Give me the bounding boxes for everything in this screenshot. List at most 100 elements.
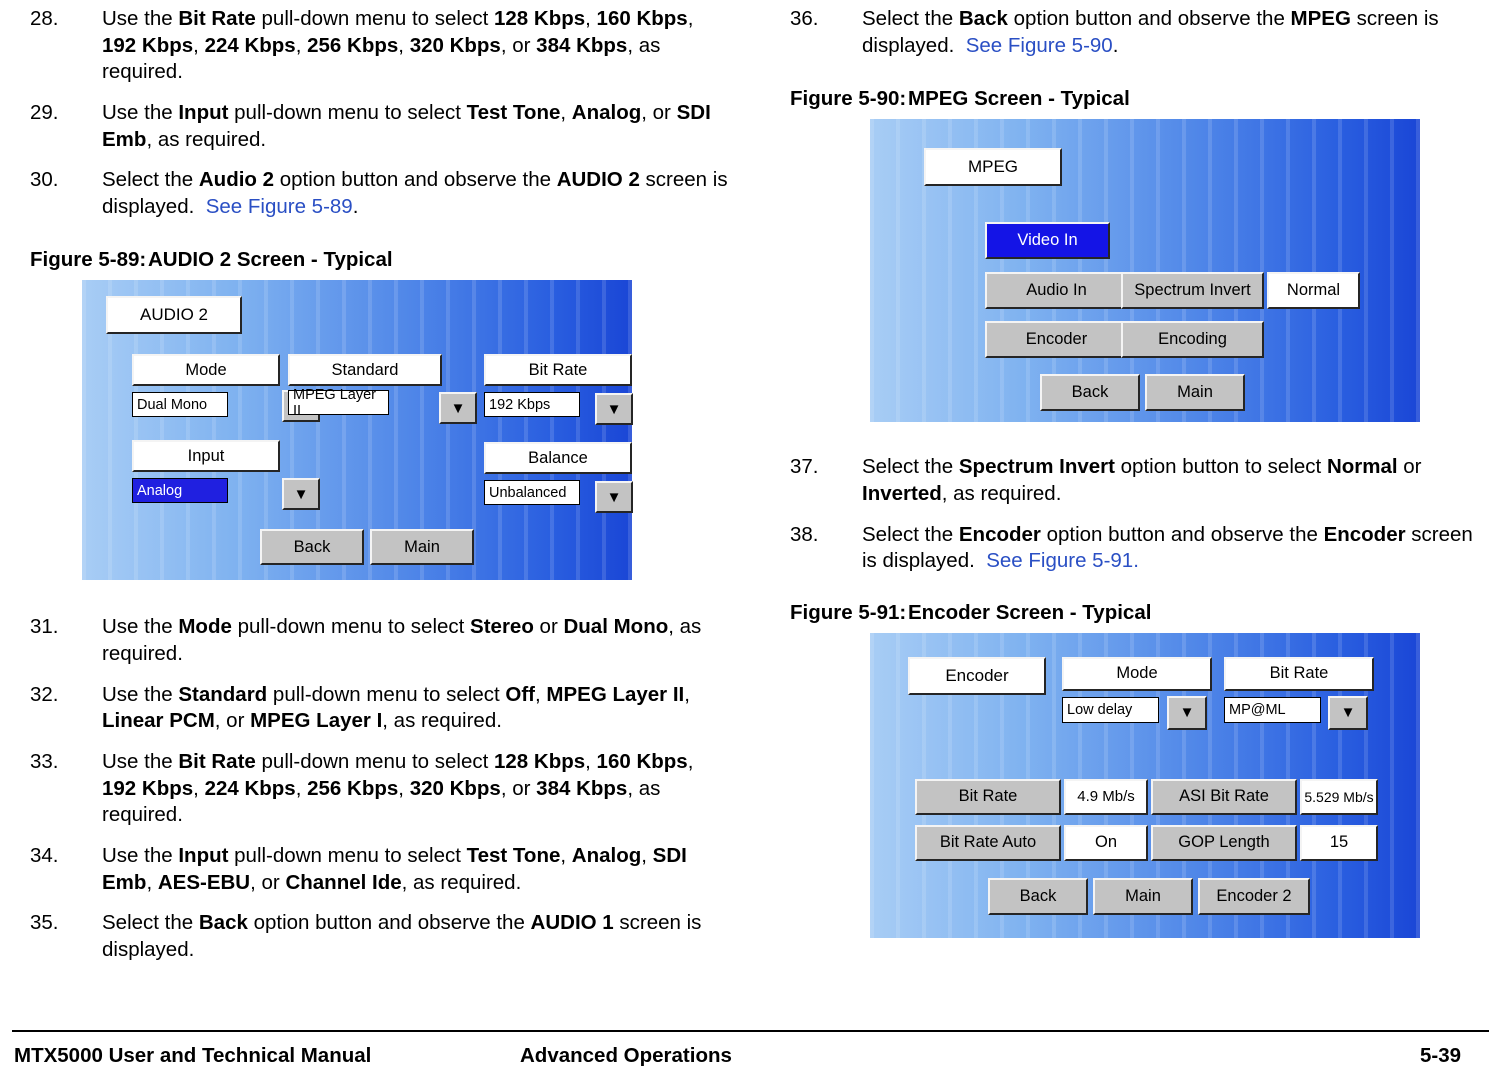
back-button[interactable]: Back	[1040, 374, 1140, 412]
back-button[interactable]: Back	[260, 529, 364, 566]
step-list-28-30: 28. Use the Bit Rate pull-down menu to s…	[30, 0, 730, 220]
figure-title: MPEG Screen - Typical	[908, 87, 1130, 111]
standard-label-button[interactable]: Standard	[288, 354, 442, 387]
audio2-screen-figure: AUDIO 2 Mode Dual Mono Standard MPEG Lay…	[82, 280, 633, 581]
footer-section-title: Advanced Operations	[520, 1044, 732, 1067]
step-number: 30.	[30, 168, 59, 192]
list-item: 37. Select the Spectrum Invert option bu…	[790, 454, 1490, 507]
step-text: Select the Encoder option button and obs…	[862, 522, 1473, 573]
step-text: Use the Bit Rate pull-down menu to selec…	[102, 7, 694, 84]
back-button[interactable]: Back	[988, 877, 1088, 915]
step-list-37-38: 37. Select the Spectrum Invert option bu…	[790, 454, 1490, 575]
figure-label: Figure 5-91:	[790, 600, 907, 624]
step-number: 33.	[30, 750, 59, 774]
step-text: Use the Mode pull-down menu to select St…	[102, 615, 702, 666]
step-text: Use the Bit Rate pull-down menu to selec…	[102, 750, 694, 827]
footer-manual-title: MTX5000 User and Technical Manual	[14, 1044, 372, 1067]
bitrate-auto-label-button[interactable]: Bit Rate Auto	[915, 824, 1061, 861]
asi-bitrate-label-button[interactable]: ASI Bit Rate	[1151, 778, 1297, 815]
bitrate-label-button[interactable]: Bit Rate	[1224, 656, 1374, 691]
gop-length-value-button[interactable]: 15	[1300, 824, 1378, 861]
figure-caption-589: Figure 5-89:AUDIO 2 Screen - Typical	[30, 248, 730, 272]
figure-caption-591: Figure 5-91:Encoder Screen - Typical	[790, 601, 1490, 625]
encoder2-button[interactable]: Encoder 2	[1198, 877, 1310, 915]
standard-value-field[interactable]: MPEG Layer II	[288, 387, 389, 419]
figure-label: Figure 5-90:	[790, 87, 907, 111]
encoder-title-button[interactable]: Encoder	[908, 656, 1046, 695]
step-number: 36.	[790, 7, 819, 30]
step-text: Use the Input pull-down menu to select T…	[102, 100, 711, 151]
right-column: 36. Select the Back option button and ob…	[790, 0, 1490, 938]
step-text: Select the Spectrum Invert option button…	[862, 455, 1422, 505]
list-item: 35. Select the Back option button and ob…	[30, 910, 730, 963]
footer-divider	[12, 1030, 1489, 1032]
encoder-button[interactable]: Encoder	[985, 321, 1128, 359]
bitrate-dropdown-arrow[interactable]	[595, 393, 633, 426]
list-item: 30. Select the Audio 2 option button and…	[30, 167, 730, 220]
encoding-button[interactable]: Encoding	[1121, 321, 1264, 359]
asi-bitrate-value-button[interactable]: 5.529 Mb/s	[1300, 778, 1378, 815]
step-number: 37.	[790, 455, 819, 479]
normal-button[interactable]: Normal	[1267, 272, 1360, 310]
list-item: 33. Use the Bit Rate pull-down menu to s…	[30, 749, 730, 829]
step-number: 28.	[30, 7, 59, 30]
main-button[interactable]: Main	[370, 529, 474, 566]
bitrate-dropdown-arrow[interactable]	[1328, 695, 1368, 730]
figure-title: Encoder Screen - Typical	[908, 600, 1152, 624]
step-text: Select the Back option button and observ…	[102, 911, 702, 961]
footer-page-number: 5-39	[1420, 1044, 1462, 1067]
left-column: 28. Use the Bit Rate pull-down menu to s…	[30, 0, 730, 978]
bitrate2-value-button[interactable]: 4.9 Mb/s	[1064, 778, 1148, 815]
figure-title: AUDIO 2 Screen - Typical	[148, 248, 393, 272]
step-number: 38.	[790, 522, 819, 546]
audio-in-button[interactable]: Audio In	[985, 272, 1128, 310]
bitrate-label-button[interactable]: Bit Rate	[484, 354, 632, 387]
mode-value-field[interactable]: Dual Mono	[132, 392, 228, 418]
input-value-field[interactable]: Analog	[132, 478, 228, 504]
figure-caption-590: Figure 5-90:MPEG Screen - Typical	[790, 87, 1490, 111]
step-number: 29.	[30, 100, 59, 124]
figure-label: Figure 5-89:	[30, 248, 147, 272]
step-number: 34.	[30, 843, 59, 867]
mpeg-screen-figure: MPEG Video In Audio In Spectrum Invert N…	[870, 119, 1420, 423]
step-number: 35.	[30, 911, 59, 935]
step-list-36: 36. Select the Back option button and ob…	[790, 0, 1490, 59]
standard-dropdown-arrow[interactable]	[439, 392, 477, 425]
list-item: 32. Use the Standard pull-down menu to s…	[30, 682, 730, 735]
list-item: 31. Use the Mode pull-down menu to selec…	[30, 614, 730, 667]
balance-value-field[interactable]: Unbalanced	[484, 480, 580, 506]
input-label-button[interactable]: Input	[132, 440, 280, 473]
video-in-button[interactable]: Video In	[985, 222, 1110, 260]
main-button[interactable]: Main	[1145, 374, 1245, 412]
document-page: 28. Use the Bit Rate pull-down menu to s…	[0, 0, 1501, 1091]
mode-label-button[interactable]: Mode	[132, 354, 280, 387]
list-item: 28. Use the Bit Rate pull-down menu to s…	[30, 6, 730, 86]
list-item: 34. Use the Input pull-down menu to sele…	[30, 843, 730, 896]
step-text: Select the Audio 2 option button and obs…	[102, 168, 728, 218]
encoder-screen-figure: Encoder Mode Low delay Bit Rate MP@ML Bi…	[870, 632, 1420, 938]
mode-label-button[interactable]: Mode	[1062, 656, 1212, 691]
bitrate-auto-value-button[interactable]: On	[1064, 824, 1148, 861]
list-item: 38. Select the Encoder option button and…	[790, 522, 1490, 575]
step-text: Select the Back option button and observ…	[862, 7, 1439, 57]
step-list-31-35: 31. Use the Mode pull-down menu to selec…	[30, 614, 730, 963]
mode-dropdown-arrow[interactable]	[1167, 695, 1207, 730]
step-number: 32.	[30, 682, 59, 706]
step-number: 31.	[30, 615, 59, 639]
audio2-title-button[interactable]: AUDIO 2	[106, 296, 242, 335]
step-text: Use the Input pull-down menu to select T…	[102, 843, 687, 894]
bitrate-value-field[interactable]: 192 Kbps	[484, 392, 580, 418]
mpeg-title-button[interactable]: MPEG	[924, 148, 1062, 187]
list-item: 36. Select the Back option button and ob…	[790, 6, 1490, 59]
bitrate2-label-button[interactable]: Bit Rate	[915, 778, 1061, 815]
balance-dropdown-arrow[interactable]	[595, 481, 633, 514]
bitrate-value-field[interactable]: MP@ML	[1224, 696, 1321, 723]
main-button[interactable]: Main	[1093, 877, 1193, 915]
spectrum-invert-button[interactable]: Spectrum Invert	[1121, 272, 1264, 310]
balance-label-button[interactable]: Balance	[484, 442, 632, 475]
list-item: 29. Use the Input pull-down menu to sele…	[30, 100, 730, 153]
mode-value-field[interactable]: Low delay	[1062, 696, 1159, 723]
step-text: Use the Standard pull-down menu to selec…	[102, 682, 690, 733]
gop-length-label-button[interactable]: GOP Length	[1151, 824, 1297, 861]
input-dropdown-arrow[interactable]	[282, 478, 320, 511]
